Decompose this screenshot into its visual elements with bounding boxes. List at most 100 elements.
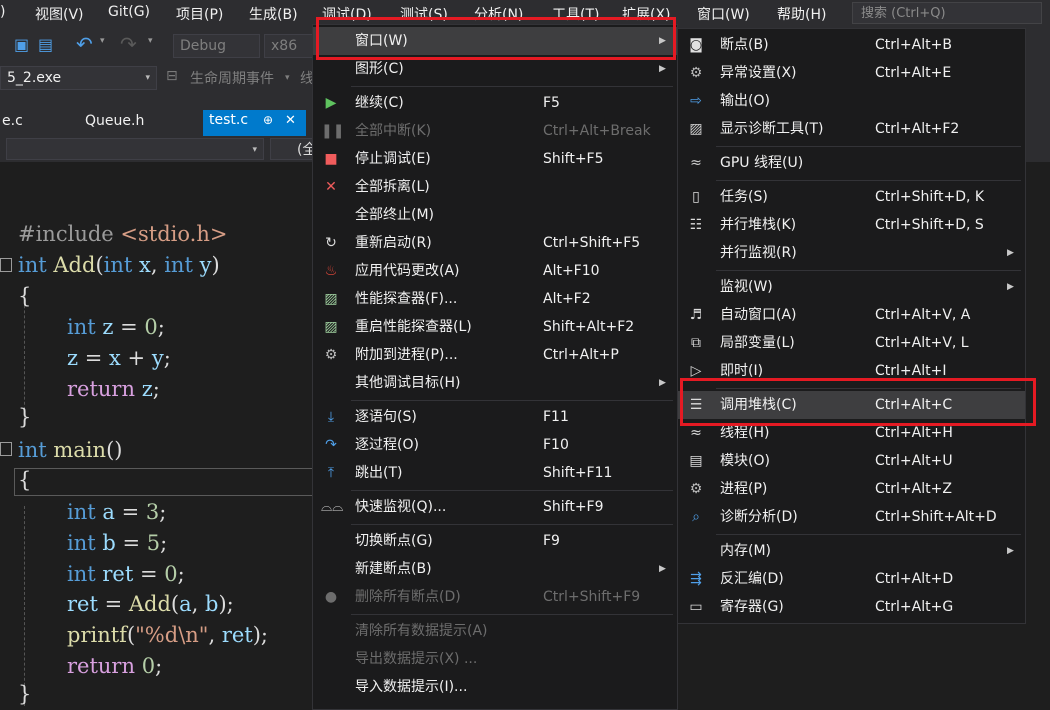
window-menu-item-0[interactable]: ◙ 断点(B) Ctrl+Alt+B [678,31,1025,59]
debug-menu-item-shortcut: Shift+F9 [543,499,604,515]
current-line-highlight [14,468,320,496]
search-input[interactable]: 搜索 (Ctrl+Q) [852,2,1042,24]
debug-menu-item-19[interactable]: ● 删除所有断点(D) Ctrl+Shift+F9 [313,583,677,611]
lifecycle-events-label[interactable]: 生命周期事件 [190,68,274,88]
debug-menu-item-label: 逐过程(O) [355,437,419,453]
disassembly-icon: ⇶ [690,571,702,587]
debug-menu-item-11[interactable]: ⚙ 附加到进程(P)... Ctrl+Alt+P [313,341,677,369]
debug-menu-item-label: 切换断点(G) [355,533,433,549]
window-menu-item-4[interactable]: ≈ GPU 线程(U) [678,149,1025,177]
process-combo[interactable]: 5_2.exe ▾ [0,66,157,90]
debug-menu-item-9[interactable]: ▨ 性能探查器(F)... Alt+F2 [313,285,677,313]
debug-menu-item-label: 逐语句(S) [355,409,417,425]
lifecycle-dropdown-icon[interactable]: ▾ [285,73,290,83]
debug-menu-item-13[interactable]: ⤓ 逐语句(S) F11 [313,403,677,431]
debug-menu-item-shortcut: Ctrl+Alt+P [543,347,619,363]
window-menu-item-14[interactable]: ▤ 模块(O) Ctrl+Alt+U [678,447,1025,475]
perf-icon: ▨ [324,319,338,335]
debug-menu-item-20[interactable]: 清除所有数据提示(A) [313,617,677,645]
window-menu-item-label: 进程(P) [720,481,768,497]
collapse-add-icon[interactable] [0,258,12,272]
registers-icon: ▭ [689,599,703,615]
menu-project[interactable]: 项目(P) [176,4,223,24]
window-menu-item-shortcut: Ctrl+Alt+Z [875,481,952,497]
parallel-stacks-icon: ☷ [689,217,703,233]
window-menu-item-8[interactable]: 监视(W) ▶ [678,273,1025,301]
tab-test-c[interactable]: test.c ⊕ ✕ [203,110,306,136]
window-menu-item-label: 反汇编(D) [720,571,784,587]
window-menu-item-16[interactable]: ⌕ 诊断分析(D) Ctrl+Shift+Alt+D [678,503,1025,531]
debug-menu-item-2[interactable]: ▶ 继续(C) F5 [313,89,677,117]
function-scope-combo[interactable]: (全 [270,138,318,160]
debug-menu-item-21[interactable]: 导出数据提示(X) ... [313,645,677,673]
pin-icon[interactable]: ⊕ [263,113,273,127]
menu-separator [716,270,1021,271]
undo-icon[interactable]: ↶ [76,32,93,56]
window-menu-item-shortcut: Ctrl+Alt+B [875,37,952,53]
window-menu-item-1[interactable]: ⚙ 异常设置(X) Ctrl+Alt+E [678,59,1025,87]
indent-guide [24,506,25,706]
debug-menu-item-8[interactable]: ♨ 应用代码更改(A) Alt+F10 [313,257,677,285]
window-menu-item-shortcut: Ctrl+Shift+D, K [875,189,985,205]
tab-queue-h[interactable]: Queue.h [85,110,144,132]
debug-menu-item-label: 停止调试(E) [355,151,431,167]
window-menu-item-18[interactable]: ⇶ 反汇编(D) Ctrl+Alt+D [678,565,1025,593]
save-all-icon[interactable]: ▤ [38,35,53,54]
debug-menu-item-label: 跳出(T) [355,465,403,481]
gpu-thread-icon: ≈ [690,155,702,171]
menu-build[interactable]: 生成(B) [249,4,298,24]
window-menu-item-10[interactable]: ⧉ 局部变量(L) Ctrl+Alt+V, L [678,329,1025,357]
debug-menu-item-shortcut: Alt+F10 [543,263,600,279]
debug-menu-item-10[interactable]: ▨ 重启性能探查器(L) Shift+Alt+F2 [313,313,677,341]
debug-menu-item-12[interactable]: 其他调试目标(H) ▶ [313,369,677,397]
debug-menu-item-14[interactable]: ↷ 逐过程(O) F10 [313,431,677,459]
debug-menu-item-7[interactable]: ↻ 重新启动(R) Ctrl+Shift+F5 [313,229,677,257]
tab-e-c[interactable]: e.c [2,110,23,132]
processes-icon: ⚙ [689,481,703,497]
flame-icon: ♨ [324,263,338,279]
code-line: int a = 3; [67,500,167,524]
window-menu-item-17[interactable]: 内存(M) ▶ [678,537,1025,565]
restart-icon: ↻ [325,235,337,251]
menu-partial[interactable]: ) [0,4,5,20]
stop-icon: ■ [324,151,338,167]
menu-help[interactable]: 帮助(H) [777,4,826,24]
menu-git[interactable]: Git(G) [108,4,150,20]
window-menu-item-label: 异常设置(X) [720,65,797,81]
window-menu-item-6[interactable]: ☷ 并行堆栈(K) Ctrl+Shift+D, S [678,211,1025,239]
window-menu-item-15[interactable]: ⚙ 进程(P) Ctrl+Alt+Z [678,475,1025,503]
highlight-call-stack-item [680,378,1036,426]
debug-menu-item-6[interactable]: 全部终止(M) [313,201,677,229]
debug-menu-item-17[interactable]: 切换断点(G) F9 [313,527,677,555]
debug-menu-item-label: 全部终止(M) [355,207,435,223]
debug-menu-item-3[interactable]: ❚❚ 全部中断(K) Ctrl+Alt+Break [313,117,677,145]
file-scope-combo[interactable]: ▾ [6,138,264,160]
debug-menu-item-label: 性能探查器(F)... [355,291,458,307]
menu-window[interactable]: 窗口(W) [697,4,750,24]
window-menu-item-7[interactable]: 并行监视(R) ▶ [678,239,1025,267]
debug-menu-item-16[interactable]: ⌓⌓ 快速监视(Q)... Shift+F9 [313,493,677,521]
debug-menu-item-18[interactable]: 新建断点(B) ▶ [313,555,677,583]
menu-separator [351,614,673,615]
window-menu-item-2[interactable]: ⇨ 输出(O) [678,87,1025,115]
debug-menu-item-15[interactable]: ⤒ 跳出(T) Shift+F11 [313,459,677,487]
save-icon[interactable]: ▣ [14,35,29,54]
debug-menu-item-4[interactable]: ■ 停止调试(E) Shift+F5 [313,145,677,173]
menu-view[interactable]: 视图(V) [35,4,84,24]
debug-menu-item-22[interactable]: 导入数据提示(I)... [313,673,677,701]
window-menu-item-3[interactable]: ▨ 显示诊断工具(T) Ctrl+Alt+F2 [678,115,1025,143]
redo-dropdown-icon[interactable]: ▾ [148,36,153,46]
window-menu-item-9[interactable]: ♬ 自动窗口(A) Ctrl+Alt+V, A [678,301,1025,329]
close-icon[interactable]: ✕ [285,113,296,128]
debug-menu-item-shortcut: Shift+F5 [543,151,604,167]
collapse-main-icon[interactable] [0,442,12,456]
code-editor[interactable]: #include <stdio.h> int Add(int x, int y)… [0,162,320,710]
window-menu-item-19[interactable]: ▭ 寄存器(G) Ctrl+Alt+G [678,593,1025,621]
debug-menu-item-5[interactable]: ✕ 全部拆离(L) [313,173,677,201]
undo-dropdown-icon[interactable]: ▾ [100,36,105,46]
window-menu-item-5[interactable]: ▯ 任务(S) Ctrl+Shift+D, K [678,183,1025,211]
window-menu-item-shortcut: Ctrl+Alt+V, A [875,307,971,323]
platform-combo[interactable]: x86 [264,34,314,58]
configuration-combo[interactable]: Debug [173,34,260,58]
redo-icon[interactable]: ↷ [120,32,137,56]
